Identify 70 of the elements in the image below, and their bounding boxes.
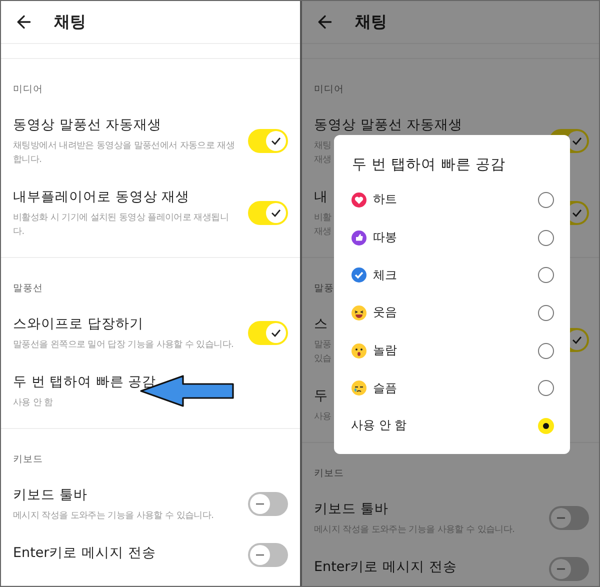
- setting-value: 사용: [314, 411, 332, 424]
- radio-button[interactable]: [538, 192, 554, 208]
- section-heading: 말풍선: [12, 282, 43, 296]
- radio-button[interactable]: [538, 230, 554, 246]
- option-label[interactable]: 사용 안 함: [351, 417, 407, 434]
- check-icon: [271, 137, 281, 145]
- section-heading: 말풍: [313, 282, 334, 296]
- setting-title: 두: [314, 387, 328, 406]
- screen-title: 채팅: [54, 12, 86, 32]
- laughing-emoji-icon: [351, 304, 367, 321]
- setting-title: 동영상 말풍선 자동재생: [314, 116, 463, 135]
- setting-title: 키보드 툴바: [13, 486, 88, 505]
- toggle-switch[interactable]: [248, 201, 288, 225]
- section-heading: 미디어: [12, 83, 43, 97]
- setting-value: 사용 안 함: [13, 397, 53, 410]
- option-label[interactable]: 슬픔: [373, 380, 397, 397]
- setting-title: Enter키로 메시지 전송: [314, 558, 457, 577]
- section-heading: 미디어: [313, 83, 344, 97]
- setting-title: 동영상 말풍선 자동재생: [13, 116, 162, 135]
- toggle-switch[interactable]: [248, 543, 288, 567]
- setting-title: 두 번 탭하여 빠른 공감: [13, 373, 156, 392]
- section-heading: 키보드: [12, 453, 43, 467]
- setting-title: 스: [314, 315, 328, 334]
- sad-emoji-icon: [351, 380, 367, 396]
- option-label[interactable]: 체크: [373, 266, 397, 284]
- setting-description: 말풍선을 왼쪽으로 밀어 답장 기능을 사용할 수 있습니다.: [13, 339, 234, 352]
- radio-button[interactable]: [538, 267, 554, 284]
- option-label[interactable]: 하트: [373, 191, 397, 208]
- radio-button[interactable]: [538, 418, 554, 434]
- check-icon: [271, 209, 281, 217]
- setting-description: 재생: [314, 154, 332, 167]
- section-heading: 키보드: [313, 467, 344, 481]
- check-icon: [572, 137, 582, 145]
- setting-description: 채팅방에서 내려받은 동영상을 말풍선에서 자동으로 재생합니다.: [13, 140, 236, 167]
- setting-title: 내: [314, 188, 328, 207]
- minus-icon: [255, 503, 265, 505]
- dialog-title: 두 번 탭하여 빠른 공감: [352, 156, 506, 175]
- option-label[interactable]: 놀람: [373, 342, 397, 360]
- setting-description: 메시지 작성을 도와주는 기능을 사용할 수 있습니다.: [13, 510, 214, 523]
- setting-description: 비활: [314, 212, 332, 225]
- radio-button[interactable]: [538, 342, 554, 359]
- check-icon: [351, 267, 367, 284]
- setting-title: 내부플레이어로 동영상 재생: [13, 188, 190, 207]
- option-label[interactable]: 웃음: [373, 304, 397, 322]
- radio-button[interactable]: [538, 380, 554, 396]
- setting-description: 채팅: [314, 140, 332, 153]
- minus-icon: [255, 554, 265, 556]
- option-label[interactable]: 따봉: [373, 229, 397, 246]
- check-icon: [271, 329, 281, 337]
- minus-icon: [556, 568, 566, 570]
- setting-description: 비활성화 시 기기에 설치된 동영상 플레이어로 재생됩니다.: [13, 212, 230, 239]
- toggle-switch[interactable]: [549, 506, 589, 530]
- toggle-switch[interactable]: [248, 492, 288, 516]
- surprised-emoji-icon: [351, 342, 367, 359]
- setting-description: 메시지 작성을 도와주는 기능을 사용할 수 있습니다.: [314, 524, 515, 537]
- minus-icon: [556, 517, 566, 519]
- toggle-switch[interactable]: [248, 129, 288, 153]
- setting-title: 스와이프로 답장하기: [13, 315, 144, 334]
- setting-title: 키보드 툴바: [314, 500, 388, 519]
- setting-description: 말풍: [314, 339, 332, 352]
- toggle-switch[interactable]: [549, 557, 589, 581]
- check-icon: [572, 209, 582, 217]
- setting-title: Enter키로 메시지 전송: [13, 544, 156, 563]
- setting-description: 있습: [314, 353, 332, 366]
- check-icon: [572, 336, 582, 344]
- toggle-switch[interactable]: [248, 321, 288, 345]
- thumbs-up-icon: [351, 230, 367, 246]
- setting-description: 재생: [314, 226, 332, 239]
- screen-title: 채팅: [355, 12, 387, 32]
- radio-button[interactable]: [538, 304, 554, 321]
